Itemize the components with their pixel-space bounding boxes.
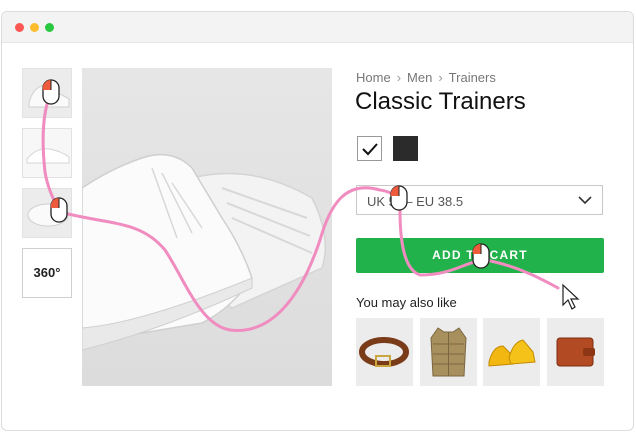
size-select[interactable]: UK 5 — EU 38.5 bbox=[356, 185, 603, 215]
breadcrumb-men[interactable]: Men bbox=[407, 70, 432, 85]
size-select-value: UK 5 — EU 38.5 bbox=[367, 194, 464, 209]
belt-icon bbox=[359, 337, 409, 367]
shoe-top-thumb-icon bbox=[27, 203, 69, 227]
recommendations-heading: You may also like bbox=[356, 295, 457, 310]
rec-item-yellow-shoes[interactable] bbox=[483, 318, 540, 386]
breadcrumb: Home › Men › Trainers bbox=[356, 70, 496, 85]
close-dot[interactable] bbox=[15, 23, 24, 32]
color-swatch-white[interactable] bbox=[357, 136, 382, 161]
gallery-thumb-360[interactable]: 360° bbox=[22, 248, 72, 298]
shoe-thumb-icon bbox=[28, 84, 70, 108]
breadcrumb-trainers[interactable]: Trainers bbox=[449, 70, 496, 85]
product-title: Classic Trainers bbox=[355, 88, 526, 115]
maximize-dot[interactable] bbox=[45, 23, 54, 32]
breadcrumb-home[interactable]: Home bbox=[356, 70, 391, 85]
shoe-side-thumb-icon bbox=[26, 148, 70, 164]
gallery-thumb-2[interactable] bbox=[22, 128, 72, 178]
rec-item-wallet[interactable] bbox=[547, 318, 604, 386]
minimize-dot[interactable] bbox=[30, 23, 39, 32]
product-main-image bbox=[82, 68, 332, 386]
yellow-shoes-icon bbox=[488, 339, 536, 367]
breadcrumb-separator-icon: › bbox=[396, 70, 402, 85]
window-titlebar bbox=[2, 12, 633, 43]
breadcrumb-separator-icon: › bbox=[438, 70, 443, 85]
rec-item-belt[interactable] bbox=[356, 318, 413, 386]
white-trainers-icon bbox=[82, 153, 327, 351]
rec-item-gilet[interactable] bbox=[420, 318, 477, 386]
checkmark-icon bbox=[362, 143, 378, 156]
thumb-360-label: 360° bbox=[33, 265, 61, 280]
chevron-down-icon bbox=[578, 196, 592, 205]
add-to-cart-button[interactable]: ADD TO CART bbox=[356, 238, 604, 273]
gallery-thumb-3[interactable] bbox=[22, 188, 72, 238]
wallet-icon bbox=[556, 337, 595, 367]
color-swatch-black[interactable] bbox=[393, 136, 418, 161]
gilet-icon bbox=[430, 327, 467, 377]
gallery-thumb-1[interactable] bbox=[22, 68, 72, 118]
